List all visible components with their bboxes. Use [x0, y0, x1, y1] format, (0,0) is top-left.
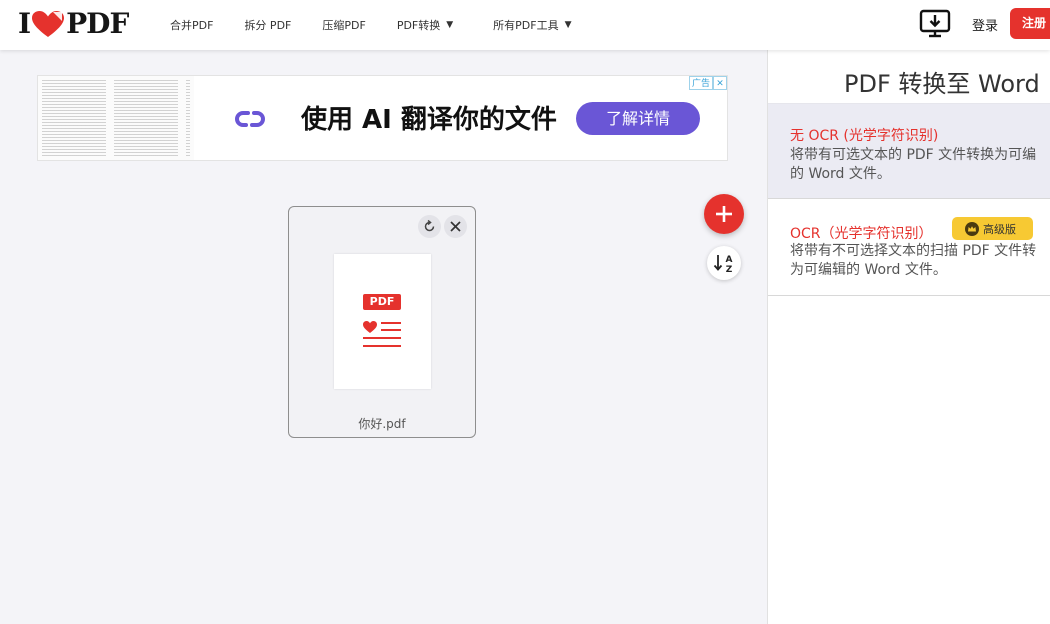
ad-choices-badge[interactable]: 广告 ✕ [688, 76, 727, 90]
ad-banner[interactable]: 使用 AI 翻译你的文件 了解详情 广告 ✕ [37, 75, 728, 161]
option-ocr[interactable]: OCR（光学字符识别） 高级版 将带有不可选择文本的扫描 PDF 文件转 为可编… [768, 199, 1050, 296]
close-icon[interactable]: ✕ [713, 76, 727, 90]
remove-file-button[interactable] [444, 215, 467, 238]
ad-doc-thumbnail [38, 76, 110, 160]
option-title: 无 OCR (光学字符识别) [790, 128, 939, 144]
option-no-ocr[interactable]: 无 OCR (光学字符识别) 将带有可选文本的 PDF 文件转换为可编 的 Wo… [768, 103, 1050, 199]
top-header: I PDF 合并PDF 拆分 PDF 压缩PDF PDF转换 ▼ 所有PDF工具 ▼… [0, 0, 1050, 50]
register-button[interactable]: 注册 [1010, 8, 1050, 39]
ad-label: 广告 [688, 76, 713, 90]
option-description: 为可编辑的 Word 文件。 [790, 262, 947, 278]
crown-icon [965, 221, 979, 236]
nav-label: 所有PDF工具 [493, 19, 559, 32]
caret-down-icon: ▼ [446, 20, 454, 30]
close-icon [450, 221, 461, 232]
ad-learn-more-button[interactable]: 了解详情 [576, 102, 700, 135]
sort-az-button[interactable]: A Z [707, 246, 741, 280]
caret-down-icon: ▼ [564, 20, 572, 30]
file-name: 你好.pdf [358, 417, 406, 431]
nav-convert-pdf[interactable]: PDF转换 ▼ [397, 17, 453, 33]
nav-label: 压缩PDF [322, 19, 366, 32]
pdf-thumbnail: PDF [334, 254, 431, 389]
ad-headline: 使用 AI 翻译你的文件 [301, 105, 557, 135]
nav-label: 拆分 PDF [244, 19, 292, 32]
ad-doc-thumbnail [110, 76, 182, 160]
file-card[interactable]: PDF 你好.pdf [288, 206, 476, 438]
ad-doc-thumbnail [182, 76, 194, 160]
nav-label: PDF转换 [396, 19, 441, 32]
plus-icon [716, 206, 732, 222]
sort-az-icon: A Z [713, 255, 733, 274]
option-title: OCR（光学字符识别） [790, 226, 933, 242]
premium-badge: 高级版 [952, 217, 1033, 240]
logo-text-pdf: PDF [66, 7, 129, 40]
pdf-file-icon [363, 294, 401, 347]
panel-title: PDF 转换至 Word [844, 70, 1040, 98]
link-logo-icon [235, 111, 265, 127]
rotate-button[interactable] [418, 215, 441, 238]
nav-all-pdf-tools[interactable]: 所有PDF工具 ▼ [493, 17, 571, 33]
option-description: 将带有可选文本的 PDF 文件转换为可编 [790, 147, 1037, 163]
logo-letter-i: I [18, 7, 31, 40]
heart-icon [32, 11, 65, 37]
desktop-download-icon[interactable] [919, 9, 951, 39]
ilovepdf-logo[interactable]: I PDF [18, 7, 129, 40]
svg-text:A: A [726, 255, 733, 265]
login-link[interactable]: 登录 [972, 15, 998, 34]
option-description: 将带有不可选择文本的扫描 PDF 文件转 [790, 243, 1037, 259]
rotate-icon [424, 219, 435, 232]
option-description: 的 Word 文件。 [790, 166, 891, 182]
nav-merge-pdf[interactable]: 合并PDF [170, 17, 213, 33]
conversion-options-panel: PDF 转换至 Word 无 OCR (光学字符识别) 将带有可选文本的 PDF… [767, 50, 1050, 624]
nav-compress-pdf[interactable]: 压缩PDF [322, 17, 365, 33]
main-nav: 合并PDF 拆分 PDF 压缩PDF PDF转换 ▼ 所有PDF工具 ▼ [170, 0, 603, 50]
premium-label: 高级版 [983, 222, 1016, 236]
add-files-button[interactable] [704, 194, 744, 234]
pdf-badge-label: PDF [369, 295, 395, 308]
svg-text:Z: Z [726, 265, 733, 274]
nav-label: 合并PDF [170, 19, 214, 32]
nav-split-pdf[interactable]: 拆分 PDF [244, 17, 291, 33]
